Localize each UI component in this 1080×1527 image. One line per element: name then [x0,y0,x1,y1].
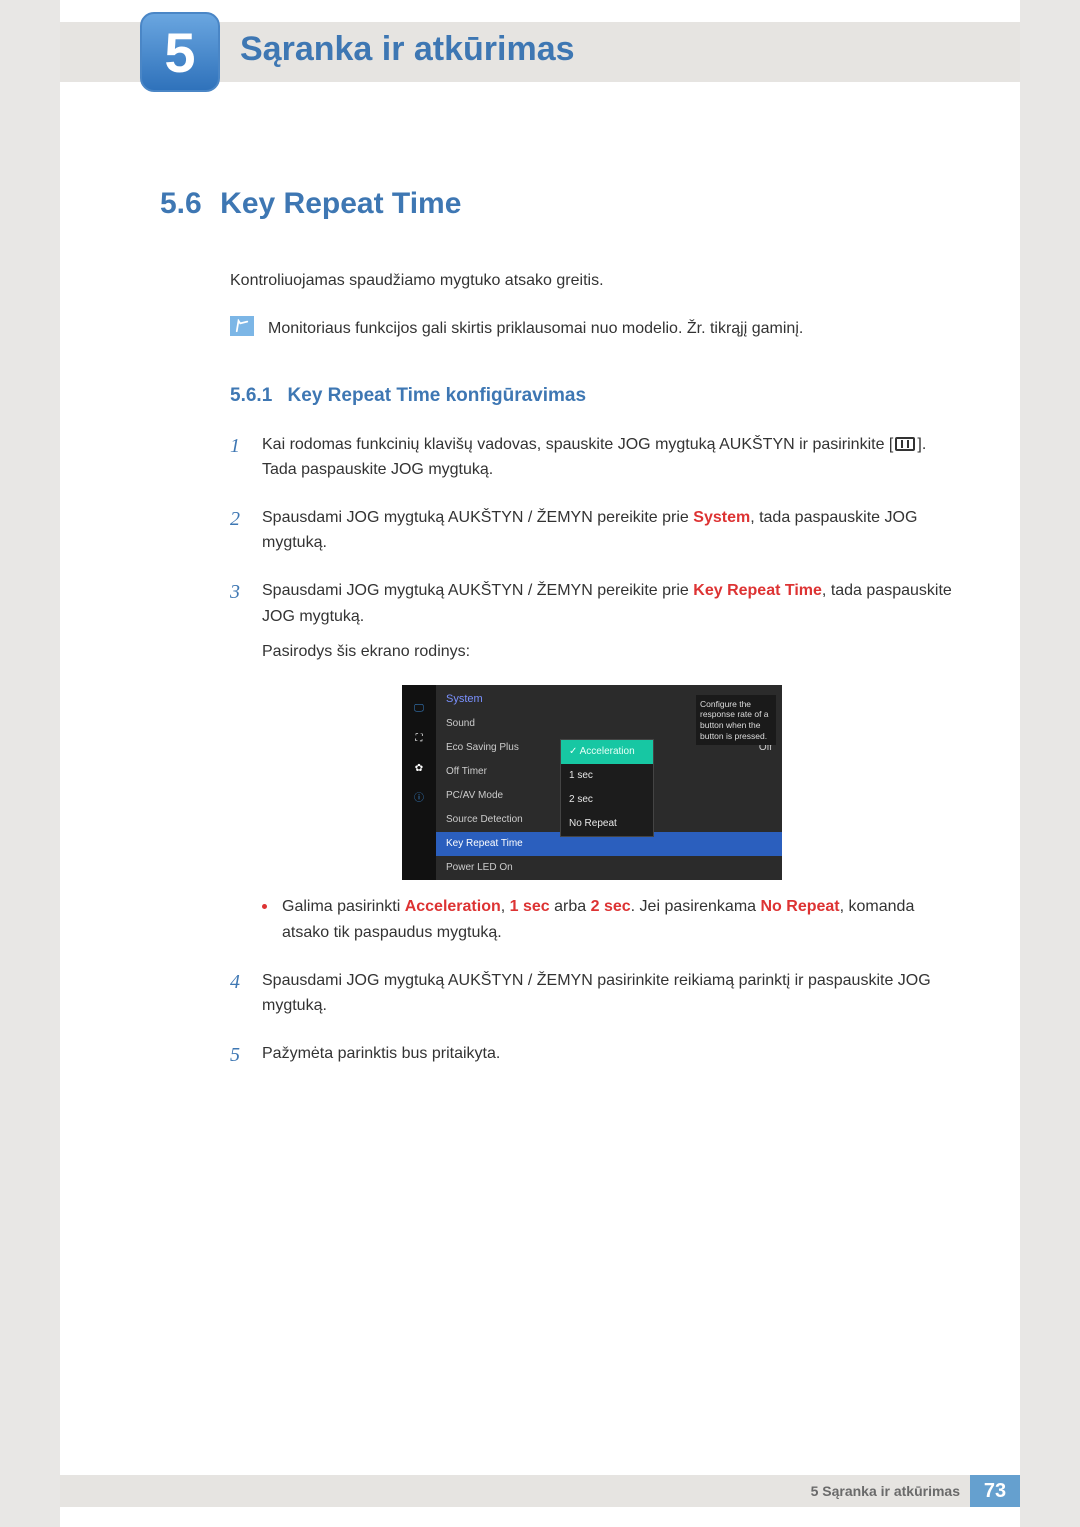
bullet-or: arba [550,898,591,915]
osd-tip: Configure the response rate of a button … [696,695,776,746]
bullet-text: . Jei pasirenkama [631,898,761,915]
highlight-norepeat: No Repeat [761,898,840,915]
osd-screenshot: 🖵 ⛶ ✿ ⓘ System Sound Eco Saving Plus [402,685,782,881]
subsection-title: Key Repeat Time konfigūravimas [288,385,586,406]
section-title: Key Repeat Time [220,187,461,220]
osd-label: Source Detection [446,812,523,828]
step-screen-intro: Pasirodys šis ekrano rodinys: [262,639,960,665]
osd-option-acceleration: Acceleration [561,740,653,764]
osd-option-norepeat: No Repeat [561,812,653,836]
osd-label: Power LED On [446,860,513,876]
steps-list: 1 Kai rodomas funkcinių klavišų vadovas,… [230,432,960,1067]
chapter-number-badge: 5 [140,12,220,92]
step-number: 1 [230,430,240,462]
step-3: 3 Spausdami JOG mygtuką AUKŠTYN / ŽEMYN … [230,578,960,946]
osd-main: System Sound Eco Saving Plus Off Off Tim… [436,685,782,881]
highlight-key-repeat-time: Key Repeat Time [693,582,822,599]
highlight-acceleration: Acceleration [405,898,501,915]
footer-label: 5 Sąranka ir atkūrimas [811,1483,960,1499]
resize-icon: ⛶ [416,731,423,747]
page: 5 Sąranka ir atkūrimas 5.6 Key Repeat Ti… [60,0,1020,1527]
step-4: 4 Spausdami JOG mygtuką AUKŠTYN / ŽEMYN … [230,968,960,1019]
footer-band: 5 Sąranka ir atkūrimas 73 [60,1475,1020,1507]
info-icon: ⓘ [414,791,424,807]
step-text: Spausdami JOG mygtuką AUKŠTYN / ŽEMYN pe… [262,582,693,599]
step-text: Spausdami JOG mygtuką AUKŠTYN / ŽEMYN pa… [262,972,931,1015]
content-area: 5.6 Key Repeat Time Kontroliuojamas spau… [160,180,960,1088]
osd-label: PC/AV Mode [446,788,503,804]
monitor-icon: 🖵 [414,701,424,717]
section-number: 5.6 [160,187,202,220]
osd-row-powerled: Power LED On [436,856,782,880]
osd-label: Eco Saving Plus [446,740,519,756]
step-2: 2 Spausdami JOG mygtuką AUKŠTYN / ŽEMYN … [230,505,960,556]
bullet-text: Galima pasirinkti [282,898,405,915]
osd-label: Key Repeat Time [446,836,523,852]
highlight-system: System [693,509,750,526]
osd-label: Sound [446,716,475,732]
subsection-heading: 5.6.1 Key Repeat Time konfigūravimas [230,381,960,411]
osd-options-popup: Acceleration 1 sec 2 sec No Repeat [560,739,654,837]
osd-sidebar: 🖵 ⛶ ✿ ⓘ [402,685,436,881]
highlight-1sec: 1 sec [510,898,550,915]
section-heading: 5.6 Key Repeat Time [160,180,960,228]
note-text: Monitoriaus funkcijos gali skirtis prikl… [268,316,803,342]
step-text: Kai rodomas funkcinių klavišų vadovas, s… [262,436,893,453]
step-number: 2 [230,503,240,535]
highlight-2sec: 2 sec [591,898,631,915]
osd-option-2sec: 2 sec [561,788,653,812]
step-text: Spausdami JOG mygtuką AUKŠTYN / ŽEMYN pe… [262,509,693,526]
bullet-sep: , [501,898,510,915]
step-text: Pažymėta parinktis bus pritaikyta. [262,1045,500,1062]
gear-icon: ✿ [415,761,423,777]
note-row: Monitoriaus funkcijos gali skirtis prikl… [230,316,960,342]
osd-label: Off Timer [446,764,487,780]
step-5: 5 Pažymėta parinktis bus pritaikyta. [230,1041,960,1067]
step-number: 3 [230,576,240,608]
step-1: 1 Kai rodomas funkcinių klavišų vadovas,… [230,432,960,483]
footer-page-number: 73 [970,1475,1020,1507]
osd-option-1sec: 1 sec [561,764,653,788]
step-3-bullet: Galima pasirinkti Acceleration, 1 sec ar… [262,894,960,945]
menu-icon [895,437,915,451]
note-icon [230,316,254,336]
section-intro: Kontroliuojamas spaudžiamo mygtuko atsak… [230,268,960,294]
subsection-number: 5.6.1 [230,385,272,406]
step-number: 4 [230,966,240,998]
step-number: 5 [230,1039,240,1071]
chapter-title: Sąranka ir atkūrimas [240,30,575,69]
